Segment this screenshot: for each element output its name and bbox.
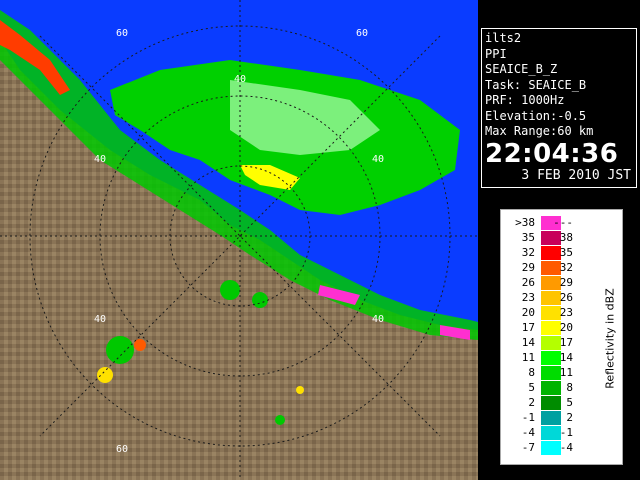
legend-row: 11 14 [509,351,579,365]
legend-row-high: 2 [566,411,573,424]
legend-row-high: 29 [559,276,573,289]
range-label: 60 [356,28,368,39]
legend-row-high: 14 [559,351,573,364]
legend-row: 23 26 [509,291,579,305]
legend-row: -1 2 [509,411,579,425]
legend-row: 29 32 [509,261,579,275]
task-name: Task: SEAICE_B [485,77,587,92]
legend-row-high: 8 [566,381,573,394]
range-label: 60 [116,444,128,455]
legend-row-low: 11 [521,351,535,364]
product-name: SEAICE_B_Z [485,62,558,76]
legend-row-high: -1 [559,426,573,439]
legend-row-low: >38 [515,216,535,229]
legend-row-high: 23 [559,306,573,319]
legend-row: 35 38 [509,231,579,245]
legend-row-low: -4 [521,426,535,439]
legend-row-low: 26 [521,276,535,289]
legend-row-low: -1 [521,411,535,424]
legend-row-high: 17 [559,336,573,349]
radar-info-panel: ilts2 PPI SEAICE_B_Z Task: SEAICE_B PRF:… [481,28,637,188]
reflectivity-legend: >38 --- 35 38 32 35 29 32 26 29 23 26 20 23 17 20 14 17 11… [500,209,623,465]
legend-row-low: 5 [528,381,535,394]
radar-ppi-map[interactable]: 60 60 40 40 40 40 40 60 [0,0,478,480]
legend-row: 17 20 [509,321,579,335]
legend-row-low: 32 [521,246,535,259]
legend-row-high: 32 [559,261,573,274]
scan-time: 22:04:36 [485,138,619,169]
legend-title: Reflectivity in dBZ [597,274,617,404]
radar-map-svg: 60 60 40 40 40 40 40 60 [0,0,478,480]
legend-row-low: 8 [528,366,535,379]
legend-row: 32 35 [509,246,579,260]
legend-row-high: 35 [559,246,573,259]
range-label: 40 [234,74,246,85]
legend-row-low: 14 [521,336,535,349]
legend-row: 25 [509,396,579,410]
prf-value: PRF: 1000Hz [485,93,565,107]
legend-row: 58 [509,381,579,395]
range-label: 40 [94,314,106,325]
range-label: 40 [372,154,384,165]
legend-row-high: 20 [559,321,573,334]
legend-row: -7 -4 [509,441,579,455]
legend-title-text: Reflectivity in dBZ [603,288,617,389]
legend-row: 26 29 [509,276,579,290]
legend-row-low: 20 [521,306,535,319]
legend-row: -4 -1 [509,426,579,440]
legend-row-high: 26 [559,291,573,304]
range-label: 40 [372,314,384,325]
legend-row-low: 17 [521,321,535,334]
legend-row-high: 38 [559,231,573,244]
legend-row-high: 11 [559,366,573,379]
range-label: 60 [116,28,128,39]
legend-row-high: --- [553,216,573,229]
scan-mode: PPI [485,46,507,61]
legend-row-low: 29 [521,261,535,274]
legend-row-high: -4 [559,441,573,454]
legend-row-low: 35 [521,231,535,244]
scan-date: 3 FEB 2010 JST [521,167,631,183]
max-range-value: Max Range:60 km [485,124,594,138]
legend-row-low: -7 [521,441,535,454]
legend-row: 20 23 [509,306,579,320]
legend-row: >38 --- [509,216,579,230]
legend-row: 8 11 [509,366,579,380]
legend-row-low: 23 [521,291,535,304]
legend-row: 14 17 [509,336,579,350]
range-label: 40 [94,154,106,165]
legend-row-high: 5 [566,396,573,409]
elevation-value: Elevation:-0.5 [485,108,587,123]
legend-row-low: 2 [528,396,535,409]
station-name: ilts2 [485,31,522,45]
